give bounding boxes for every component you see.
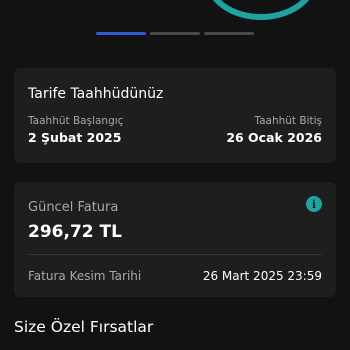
invoice-divider [28,254,322,255]
invoice-cut-date-value: 26 Mart 2025 23:59 [202,269,322,283]
page-indicator [96,32,254,35]
invoice-label: Güncel Fatura [28,200,119,215]
current-invoice-card[interactable]: Güncel Fatura i 296,72 TL Fatura Kesim T… [14,182,336,297]
info-icon[interactable]: i [306,196,322,212]
commitment-start-label: Taahhüt Başlangıç [28,115,124,127]
tariff-commitment-card: Tarife Taahhüdünüz Taahhüt Başlangıç 2 Ş… [14,68,336,163]
commitment-title: Tarife Taahhüdünüz [28,86,164,102]
page-indicator-dot[interactable] [150,32,200,35]
invoice-amount: 296,72 TL [28,222,122,242]
commitment-start-value: 2 Şubat 2025 [28,130,122,145]
usage-carousel[interactable] [0,0,350,58]
special-offers-title: Size Özel Fırsatlar [14,318,154,336]
invoice-cut-date-label: Fatura Kesim Tarihi [28,269,142,283]
commitment-end-value: 26 Ocak 2026 [226,130,322,145]
commitment-end-label: Taahhüt Bitiş [254,115,322,127]
page-indicator-dot[interactable] [204,32,254,35]
usage-gauge [205,0,317,20]
page-indicator-dot-active[interactable] [96,32,146,35]
